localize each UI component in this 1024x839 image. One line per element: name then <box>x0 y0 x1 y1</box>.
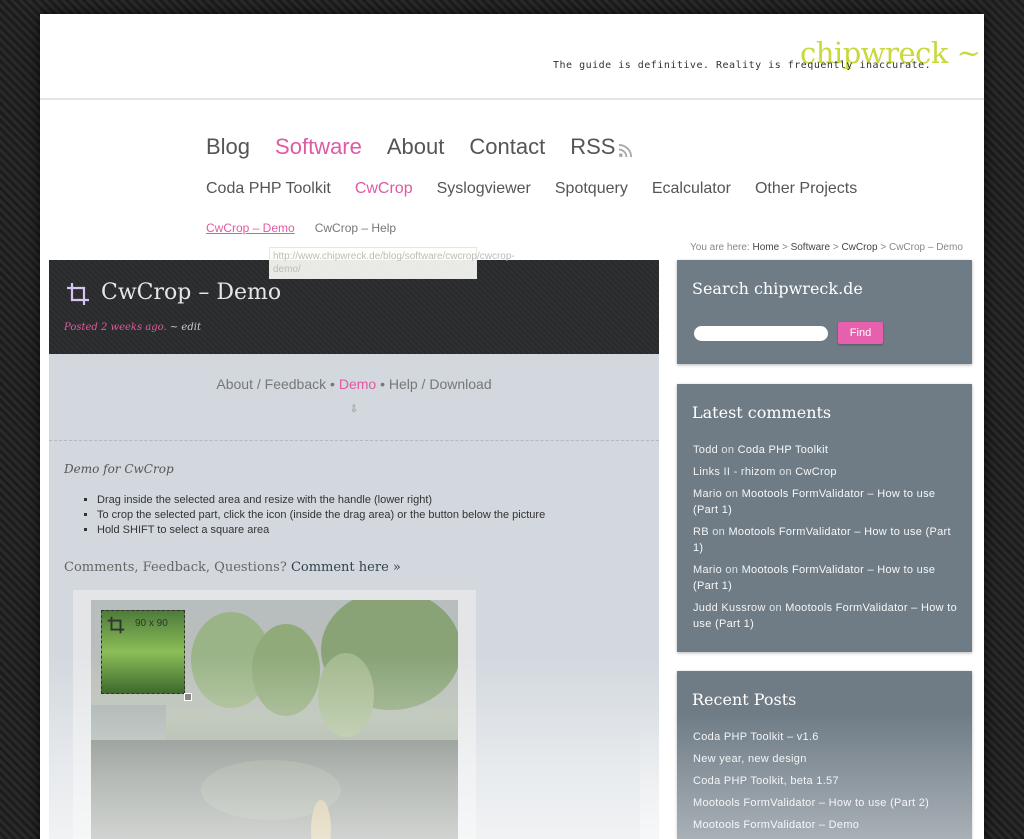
comment-here-link[interactable]: Comment here » <box>291 560 401 575</box>
comment-post-link[interactable]: CwCrop <box>795 466 837 478</box>
subnav-bullet: • <box>330 376 335 392</box>
list-item[interactable]: Mootools FormValidator – Demo <box>693 817 929 833</box>
recent-posts-box: Recent Posts Coda PHP Toolkit – v1.6 New… <box>677 671 972 839</box>
breadcrumb-prefix: You are here: <box>690 242 750 253</box>
subnav-cwcrop-demo[interactable]: CwCrop – Demo <box>206 221 295 235</box>
down-arrow-icon: ⇩ <box>349 404 359 415</box>
nav-software[interactable]: Software <box>275 134 362 160</box>
search-title: Search chipwreck.de <box>692 279 863 298</box>
post-meta: Posted 2 weeks ago. ~ edit <box>64 322 201 333</box>
primary-nav: Blog Software About Contact RSS <box>206 134 658 160</box>
nav-contact[interactable]: Contact <box>469 134 545 160</box>
comments-prompt: Comments, Feedback, Questions? Comment h… <box>64 560 401 575</box>
post-subnav: About / Feedback • Demo • Help / Downloa… <box>49 376 659 392</box>
site-tagline: The guide is definitive. Reality is freq… <box>553 60 932 71</box>
comment-connector: on <box>721 444 735 456</box>
list-item: Drag inside the selected area and resize… <box>97 494 545 506</box>
post-intro: Demo for CwCrop <box>64 462 174 476</box>
rss-icon <box>619 143 633 157</box>
subnav-syslogviewer[interactable]: Syslogviewer <box>437 180 531 198</box>
comment-connector: on <box>779 466 792 478</box>
post-date: Posted 2 weeks ago. <box>64 322 167 333</box>
breadcrumb-sep: > <box>880 242 887 253</box>
breadcrumb-software[interactable]: Software <box>791 242 830 253</box>
subnav-spotquery[interactable]: Spotquery <box>555 180 628 198</box>
crop-size-label: 90 x 90 <box>135 618 168 629</box>
latest-comments-list: Todd on Coda PHP Toolkit Links II - rhiz… <box>693 442 958 638</box>
comment-connector: on <box>725 564 739 576</box>
list-item[interactable]: Mootools FormValidator – How to use (Par… <box>693 795 929 811</box>
search-box: Search chipwreck.de Find <box>677 260 972 364</box>
list-item: RB on Mootools FormValidator – How to us… <box>693 524 958 556</box>
divider <box>49 440 659 441</box>
comment-author[interactable]: Links II - rhizom <box>693 466 776 478</box>
post-title: CwCrop – Demo <box>101 280 282 305</box>
header: chipwreck ~ The guide is definitive. Rea… <box>40 14 984 100</box>
subnav-about-feedback[interactable]: About / Feedback <box>216 376 326 392</box>
subnav-cwcrop-help[interactable]: CwCrop – Help <box>315 221 396 235</box>
subnav-other-projects[interactable]: Other Projects <box>755 180 857 198</box>
list-item: Links II - rhizom on CwCrop <box>693 464 958 480</box>
subnav-help-download[interactable]: Help / Download <box>389 376 492 392</box>
comment-post-link[interactable]: Coda PHP Toolkit <box>738 444 829 456</box>
find-button[interactable]: Find <box>838 322 883 344</box>
comment-connector: on <box>712 526 726 538</box>
subnav-ecalculator[interactable]: Ecalculator <box>652 180 731 198</box>
list-item: Mario on Mootools FormValidator – How to… <box>693 486 958 518</box>
main-content: CwCrop – Demo Posted 2 weeks ago. ~ edit… <box>49 260 659 839</box>
latest-comments-box: Latest comments Todd on Coda PHP Toolkit… <box>677 384 972 652</box>
subnav-coda-php-toolkit[interactable]: Coda PHP Toolkit <box>206 180 331 198</box>
crop-icon <box>67 283 89 305</box>
comment-author: RB <box>693 526 709 538</box>
subnav-cwcrop[interactable]: CwCrop <box>355 180 413 198</box>
breadcrumb: You are here: Home > Software > CwCrop >… <box>690 242 963 253</box>
latest-comments-title: Latest comments <box>692 403 832 422</box>
breadcrumb-home[interactable]: Home <box>752 242 779 253</box>
nav-rss[interactable]: RSS <box>570 134 633 160</box>
link-tooltip: http://www.chipwreck.de/blog/software/cw… <box>269 247 515 279</box>
breadcrumb-sep: > <box>832 242 839 253</box>
list-item[interactable]: Coda PHP Toolkit, beta 1.57 <box>693 773 929 789</box>
list-item[interactable]: Coda PHP Toolkit – v1.6 <box>693 729 929 745</box>
edit-link[interactable]: ~ edit <box>170 322 201 333</box>
comment-connector: on <box>725 488 739 500</box>
list-item: To crop the selected part, click the ico… <box>97 509 545 521</box>
instructions-list: Drag inside the selected area and resize… <box>97 494 545 539</box>
tertiary-nav: CwCrop – Demo CwCrop – Help <box>206 221 416 235</box>
comment-connector: on <box>769 602 782 614</box>
list-item: Todd on Coda PHP Toolkit <box>693 442 958 458</box>
comment-author[interactable]: Mario <box>693 488 722 500</box>
list-item: Judd Kussrow on Mootools FormValidator –… <box>693 600 958 632</box>
secondary-nav: Coda PHP Toolkit CwCrop Syslogviewer Spo… <box>206 180 881 198</box>
demo-frame: 90 x 90 <box>73 590 476 839</box>
demo-photo: 90 x 90 <box>91 600 458 839</box>
comment-author[interactable]: Mario <box>693 564 722 576</box>
list-item: Hold SHIFT to select a square area <box>97 524 545 536</box>
breadcrumb-current: CwCrop – Demo <box>888 242 963 253</box>
nav-blog[interactable]: Blog <box>206 134 250 160</box>
crop-selection[interactable]: 90 x 90 <box>101 610 185 694</box>
list-item[interactable]: New year, new design <box>693 751 929 767</box>
recent-posts-list: Coda PHP Toolkit – v1.6 New year, new de… <box>693 729 929 839</box>
breadcrumb-cwcrop[interactable]: CwCrop <box>841 242 877 253</box>
subnav-bullet: • <box>380 376 385 392</box>
list-item: Mario on Mootools FormValidator – How to… <box>693 562 958 594</box>
search-input[interactable] <box>694 326 828 341</box>
crop-icon[interactable] <box>107 616 125 634</box>
comment-post-link[interactable]: Mootools FormValidator – How to use (Par… <box>693 526 951 554</box>
nav-about[interactable]: About <box>387 134 445 160</box>
page: chipwreck ~ The guide is definitive. Rea… <box>40 14 984 839</box>
comments-question: Comments, Feedback, Questions? <box>64 560 287 575</box>
nav-rss-label: RSS <box>570 134 616 159</box>
comment-author[interactable]: Todd <box>693 444 718 456</box>
resize-handle[interactable] <box>184 693 192 701</box>
recent-posts-title: Recent Posts <box>692 690 797 709</box>
breadcrumb-sep: > <box>781 242 788 253</box>
subnav-demo[interactable]: Demo <box>339 376 376 392</box>
comment-author[interactable]: Judd Kussrow <box>693 602 766 614</box>
